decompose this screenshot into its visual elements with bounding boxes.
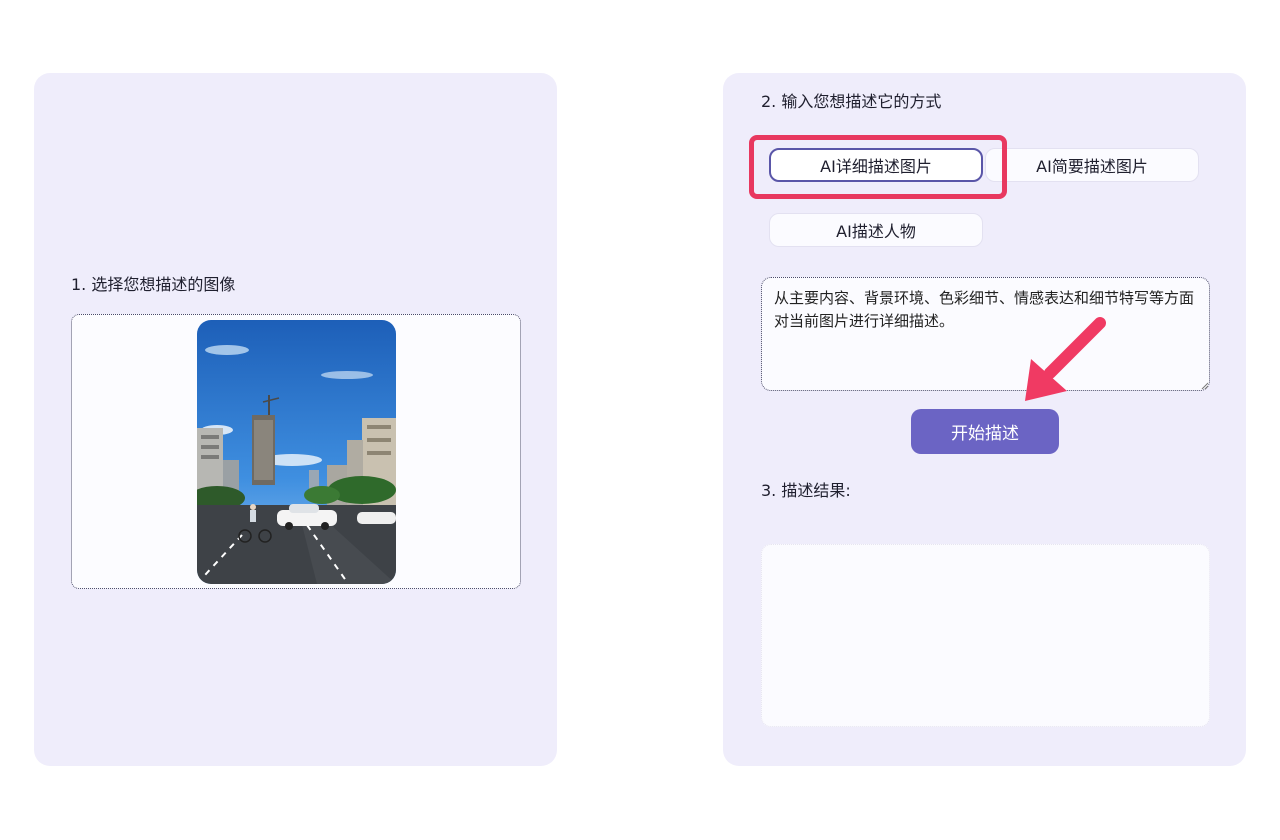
option-describe-person[interactable]: AI描述人物 (769, 213, 983, 247)
option-brief-description[interactable]: AI简要描述图片 (985, 148, 1199, 182)
prompt-textarea[interactable]: 从主要内容、背景环境、色彩细节、情感表达和细节特写等方面对当前图片进行详细描述。 (761, 277, 1210, 391)
image-dropzone[interactable] (71, 314, 521, 589)
step1-title: 1. 选择您想描述的图像 (71, 275, 236, 294)
step2-title: 2. 输入您想描述它的方式 (761, 92, 942, 111)
start-description-button[interactable]: 开始描述 (911, 409, 1059, 454)
resize-grip-icon[interactable] (1201, 382, 1209, 390)
option-detailed-description[interactable]: AI详细描述图片 (769, 148, 983, 182)
uploaded-image-preview (197, 320, 396, 584)
result-output-box (761, 544, 1210, 727)
describe-settings-panel: 2. 输入您想描述它的方式 AI详细描述图片 AI简要描述图片 AI描述人物 从… (723, 73, 1246, 766)
image-select-panel: 1. 选择您想描述的图像 (34, 73, 557, 766)
step3-title: 3. 描述结果: (761, 481, 851, 500)
